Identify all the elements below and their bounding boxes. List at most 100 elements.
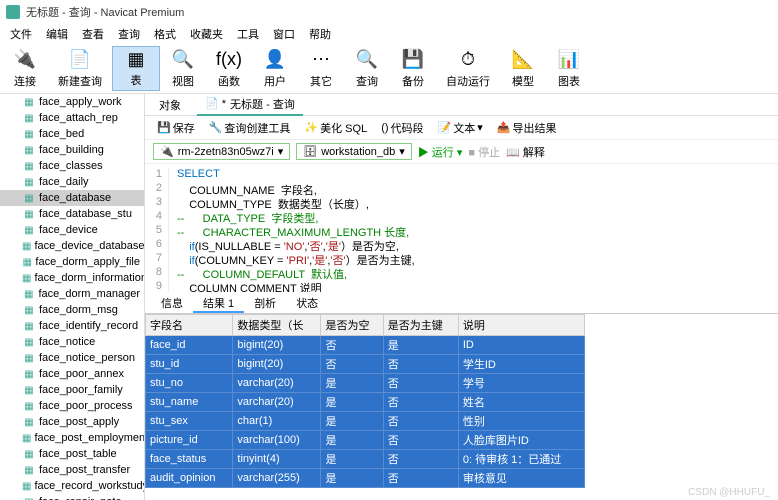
toolbar-表[interactable]: ▦表 <box>112 46 160 91</box>
table-face_post_transfer[interactable]: ▦face_post_transfer <box>0 462 144 478</box>
menu-查询[interactable]: 查询 <box>112 24 146 44</box>
tab-result1[interactable]: 结果 1 <box>193 292 244 313</box>
table-icon: ▦ <box>22 368 36 380</box>
table-icon: ▦ <box>22 288 35 300</box>
tab-objects[interactable]: 对象 <box>151 95 189 115</box>
table-face_poor_family[interactable]: ▦face_poor_family <box>0 382 144 398</box>
col-header[interactable]: 字段名 <box>146 315 233 336</box>
text-button[interactable]: 📝 文本 ▾ <box>434 118 487 138</box>
menu-窗口[interactable]: 窗口 <box>267 24 301 44</box>
save-button[interactable]: 💾 保存 <box>153 118 199 138</box>
图表-icon: 📊 <box>556 49 582 71</box>
table-icon: ▦ <box>22 384 36 396</box>
table-face_repair_note[interactable]: ▦face_repair_note <box>0 494 144 500</box>
自动运行-icon: ⏱ <box>455 49 481 71</box>
table-face_dorm_information[interactable]: ▦face_dorm_information <box>0 270 144 286</box>
table-row[interactable]: stu_idbigint(20)否否学生ID <box>146 355 585 374</box>
table-face_post_apply[interactable]: ▦face_post_apply <box>0 414 144 430</box>
explain-button[interactable]: 📖 解释 <box>506 144 545 160</box>
menu-文件[interactable]: 文件 <box>4 24 38 44</box>
stop-button[interactable]: ■ 停止 <box>468 144 500 160</box>
app-icon <box>6 5 20 19</box>
table-face_post_table[interactable]: ▦face_post_table <box>0 446 144 462</box>
menu-工具[interactable]: 工具 <box>231 24 265 44</box>
table-icon: ▦ <box>22 144 36 156</box>
tab-info[interactable]: 信息 <box>151 292 193 313</box>
table-row[interactable]: face_statustinyint(4)是否0: 待审核 1：已通过 <box>146 450 585 469</box>
table-face_daily[interactable]: ▦face_daily <box>0 174 144 190</box>
新建查询-icon: 📄 <box>67 49 93 71</box>
toolbar-连接[interactable]: 🔌连接 <box>2 46 48 91</box>
table-face_device_database[interactable]: ▦face_device_database <box>0 238 144 254</box>
toolbar-自动运行[interactable]: ⏱自动运行 <box>436 46 500 91</box>
table-row[interactable]: stu_sexchar(1)是否性别 <box>146 412 585 431</box>
table-face_poor_process[interactable]: ▦face_poor_process <box>0 398 144 414</box>
table-face_database_stu[interactable]: ▦face_database_stu <box>0 206 144 222</box>
toolbar-查询[interactable]: 🔍查询 <box>344 46 390 91</box>
col-header[interactable]: 数据类型（长 <box>233 315 321 336</box>
col-header[interactable]: 说明 <box>458 315 584 336</box>
视图-icon: 🔍 <box>170 49 196 71</box>
table-row[interactable]: audit_opinionvarchar(255)是否审核意见 <box>146 469 585 488</box>
tab-query[interactable]: 📄 * 无标题 - 查询 <box>197 94 303 116</box>
toolbar-其它[interactable]: ⋯其它 <box>298 46 344 91</box>
toolbar-新建查询[interactable]: 📄新建查询 <box>48 46 112 91</box>
col-header[interactable]: 是否为空 <box>321 315 383 336</box>
toolbar-图表[interactable]: 📊图表 <box>546 46 592 91</box>
table-face_database[interactable]: ▦face_database <box>0 190 144 206</box>
table-icon: ▦ <box>22 240 31 252</box>
toolbar-函数[interactable]: f(x)函数 <box>206 46 252 91</box>
menu-查看[interactable]: 查看 <box>76 24 110 44</box>
toolbar-模型[interactable]: 📐模型 <box>500 46 546 91</box>
menu-帮助[interactable]: 帮助 <box>303 24 337 44</box>
menu-编辑[interactable]: 编辑 <box>40 24 74 44</box>
table-face_classes[interactable]: ▦face_classes <box>0 158 144 174</box>
table-face_dorm_apply_file[interactable]: ▦face_dorm_apply_file <box>0 254 144 270</box>
sidebar[interactable]: ▦face_apply_work▦face_attach_rep▦face_be… <box>0 94 145 500</box>
table-row[interactable]: stu_novarchar(20)是否学号 <box>146 374 585 393</box>
table-row[interactable]: face_idbigint(20)否是ID <box>146 336 585 355</box>
table-face_device[interactable]: ▦face_device <box>0 222 144 238</box>
tab-profile[interactable]: 剖析 <box>244 292 286 313</box>
toolbar-用户[interactable]: 👤用户 <box>252 46 298 91</box>
query-builder-button[interactable]: 🔧 查询创建工具 <box>205 118 295 138</box>
code-snippet-button[interactable]: () 代码段 <box>377 118 427 138</box>
toolbar: 🔌连接📄新建查询▦表🔍视图f(x)函数👤用户⋯其它🔍查询💾备份⏱自动运行📐模型📊… <box>0 44 778 94</box>
table-face_dorm_manager[interactable]: ▦face_dorm_manager <box>0 286 144 302</box>
toolbar-备份[interactable]: 💾备份 <box>390 46 436 91</box>
table-row[interactable]: stu_namevarchar(20)是否姓名 <box>146 393 585 412</box>
table-face_attach_rep[interactable]: ▦face_attach_rep <box>0 110 144 126</box>
table-icon: ▦ <box>22 208 36 220</box>
查询-icon: 🔍 <box>354 49 380 71</box>
table-face_identify_record[interactable]: ▦face_identify_record <box>0 318 144 334</box>
table-face_notice[interactable]: ▦face_notice <box>0 334 144 350</box>
tab-status[interactable]: 状态 <box>286 292 328 313</box>
menu-收藏夹[interactable]: 收藏夹 <box>184 24 229 44</box>
run-button[interactable]: ▶ 运行 ▾ <box>418 144 463 160</box>
table-face_post_employmen[interactable]: ▦face_post_employmen <box>0 430 144 446</box>
table-face_bed[interactable]: ▦face_bed <box>0 126 144 142</box>
col-header[interactable]: 是否为主键 <box>383 315 458 336</box>
table-icon: ▦ <box>22 96 36 108</box>
database-select[interactable]: 🗄 workstation_db ▾ <box>296 143 412 160</box>
result-grid[interactable]: 字段名数据类型（长是否为空是否为主键说明face_idbigint(20)否是I… <box>145 314 778 488</box>
menu-格式[interactable]: 格式 <box>148 24 182 44</box>
table-face_record_workstudy[interactable]: ▦face_record_workstudy <box>0 478 144 494</box>
table-icon: ▦ <box>22 176 36 188</box>
table-face_poor_annex[interactable]: ▦face_poor_annex <box>0 366 144 382</box>
table-face_dorm_msg[interactable]: ▦face_dorm_msg <box>0 302 144 318</box>
table-face_building[interactable]: ▦face_building <box>0 142 144 158</box>
连接-icon: 🔌 <box>12 49 38 71</box>
export-button[interactable]: 📤 导出结果 <box>493 118 561 138</box>
用户-icon: 👤 <box>262 49 288 71</box>
beautify-sql-button[interactable]: ✨ 美化 SQL <box>300 118 371 138</box>
table-face_notice_person[interactable]: ▦face_notice_person <box>0 350 144 366</box>
toolbar-视图[interactable]: 🔍视图 <box>160 46 206 91</box>
table-icon: ▦ <box>22 400 36 412</box>
table-row[interactable]: picture_idvarchar(100)是否人脸库图片ID <box>146 431 585 450</box>
sql-editor[interactable]: 1SELECT2 COLUMN_NAME 字段名,3 COLUMN_TYPE 数… <box>145 164 778 292</box>
titlebar: 无标题 - 查询 - Navicat Premium <box>0 0 778 24</box>
table-icon: ▦ <box>22 432 31 444</box>
table-face_apply_work[interactable]: ▦face_apply_work <box>0 94 144 110</box>
connection-select[interactable]: 🔌 rm-2zetn83n05wz7i ▾ <box>153 143 290 160</box>
